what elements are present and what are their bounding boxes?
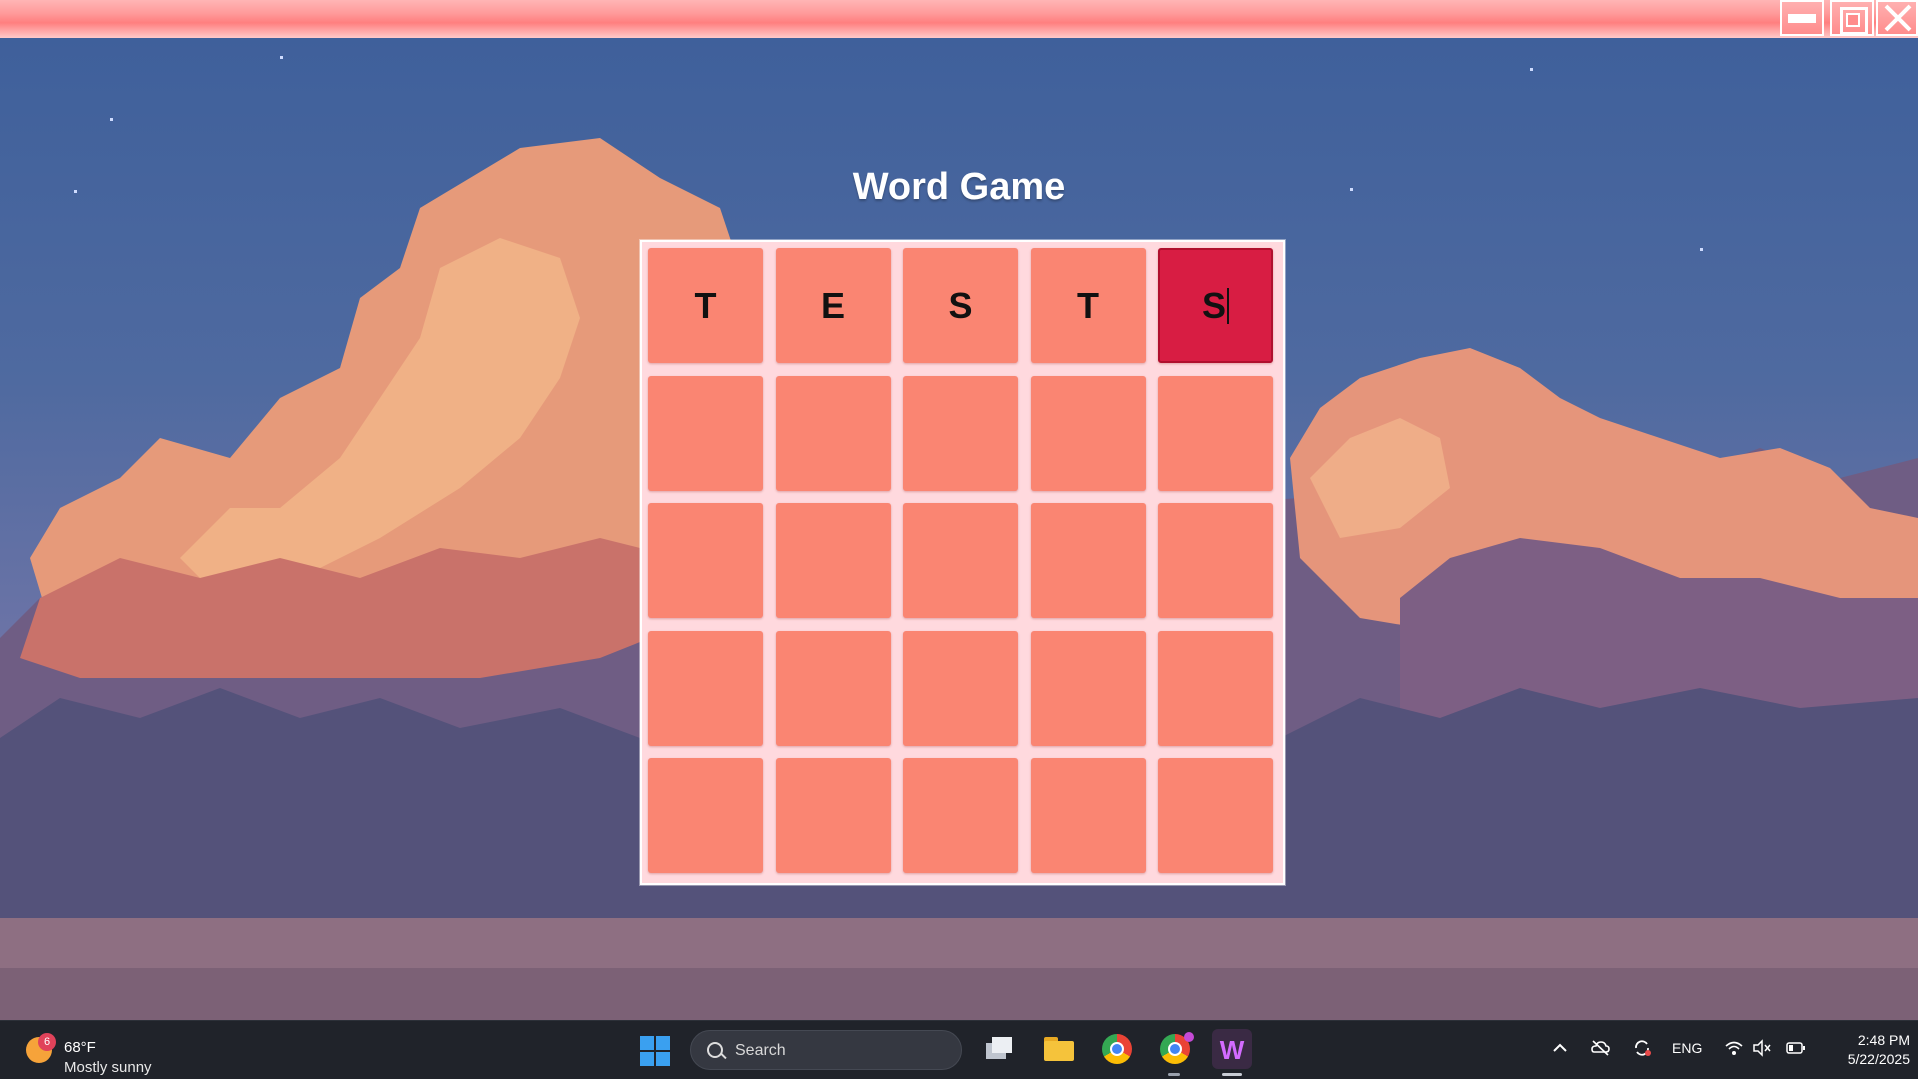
letter-cell[interactable] — [1030, 758, 1146, 873]
taskbar-search[interactable]: Search — [690, 1030, 962, 1070]
game-title: Word Game — [852, 166, 1066, 208]
clock[interactable]: 2:48 PM 5/22/2025 — [1810, 1031, 1910, 1069]
game-board: TESTS — [640, 240, 1285, 885]
chevron-up-icon[interactable] — [1550, 1039, 1570, 1057]
cell-letter: S — [948, 284, 973, 326]
letter-cell[interactable] — [1158, 503, 1273, 618]
wifi-icon[interactable] — [1724, 1039, 1744, 1057]
letter-cell[interactable] — [775, 503, 891, 618]
letter-cell[interactable] — [1030, 503, 1146, 618]
volume-muted-icon[interactable] — [1752, 1039, 1772, 1057]
letter-cell[interactable] — [648, 630, 763, 746]
start-button[interactable] — [640, 1036, 670, 1066]
windows-start-icon-part — [640, 1052, 654, 1066]
search-icon — [707, 1042, 723, 1058]
weather-condition: Mostly sunny — [64, 1059, 152, 1076]
letter-cell[interactable]: E — [775, 248, 891, 363]
letter-cell[interactable] — [1030, 630, 1146, 746]
letter-cell[interactable] — [903, 758, 1018, 873]
windows-start-icon — [640, 1036, 654, 1050]
chrome-profile-button[interactable] — [1160, 1032, 1194, 1064]
maximize-button[interactable] — [1830, 0, 1874, 36]
running-indicator-active — [1222, 1073, 1242, 1076]
letter-cell[interactable] — [1030, 375, 1146, 491]
letter-cell[interactable] — [903, 630, 1018, 746]
sync-icon[interactable] — [1632, 1039, 1652, 1057]
cloud-offline-icon[interactable] — [1590, 1039, 1610, 1057]
letter-cell[interactable] — [648, 503, 763, 618]
letter-cell-active[interactable]: S — [1158, 248, 1273, 363]
text-caret — [1227, 287, 1229, 324]
chrome-button[interactable] — [1102, 1034, 1132, 1064]
letter-cell[interactable] — [648, 758, 763, 873]
maximize-icon — [1840, 7, 1868, 35]
letter-cell[interactable] — [903, 503, 1018, 618]
weather-widget[interactable]: 6 68°F Mostly sunny — [24, 1029, 184, 1076]
letter-cell[interactable]: T — [1030, 248, 1146, 363]
cell-letter: S — [1201, 284, 1226, 326]
window-title-bar[interactable] — [0, 0, 1918, 39]
letter-cell[interactable] — [775, 375, 891, 491]
task-view-icon-part — [992, 1037, 1012, 1053]
close-button[interactable] — [1876, 0, 1918, 36]
letter-cell[interactable] — [1158, 375, 1273, 491]
running-indicator — [1168, 1073, 1180, 1076]
weather-temperature: 68°F — [64, 1039, 96, 1056]
cell-letter: T — [1077, 284, 1099, 326]
language-indicator[interactable]: ENG — [1672, 1040, 1702, 1056]
letter-cell[interactable]: T — [648, 248, 763, 363]
cell-letter: E — [820, 284, 845, 326]
weather-badge: 6 — [38, 1033, 56, 1051]
letter-cell[interactable] — [1158, 630, 1273, 746]
cell-letter: T — [694, 284, 717, 326]
letter-cell[interactable] — [648, 375, 763, 491]
letter-cell[interactable] — [1158, 758, 1273, 873]
letter-cell[interactable] — [903, 375, 1018, 491]
close-icon — [1884, 4, 1912, 32]
word-game-taskbar-button[interactable]: W — [1212, 1029, 1252, 1069]
word-game-icon: W — [1219, 1035, 1245, 1065]
letter-cell[interactable] — [775, 630, 891, 746]
windows-start-icon-part — [656, 1052, 670, 1066]
taskbar: 6 68°F Mostly sunny Search W ENG 2:48 PM — [0, 1020, 1918, 1079]
search-label: Search — [735, 1042, 786, 1059]
clock-date: 5/22/2025 — [1847, 1051, 1910, 1067]
folder-body — [1044, 1041, 1074, 1061]
windows-start-icon-part — [656, 1036, 670, 1050]
battery-icon[interactable] — [1786, 1039, 1806, 1057]
letter-cell[interactable] — [775, 758, 891, 873]
task-view-button[interactable] — [980, 1031, 1016, 1067]
minimize-icon — [1788, 14, 1816, 23]
file-explorer-button[interactable] — [1040, 1031, 1076, 1067]
clock-time: 2:48 PM — [1857, 1032, 1910, 1048]
chrome-profile-icon — [1184, 1032, 1194, 1042]
letter-cell[interactable]: S — [903, 248, 1018, 363]
minimize-button[interactable] — [1780, 0, 1824, 36]
